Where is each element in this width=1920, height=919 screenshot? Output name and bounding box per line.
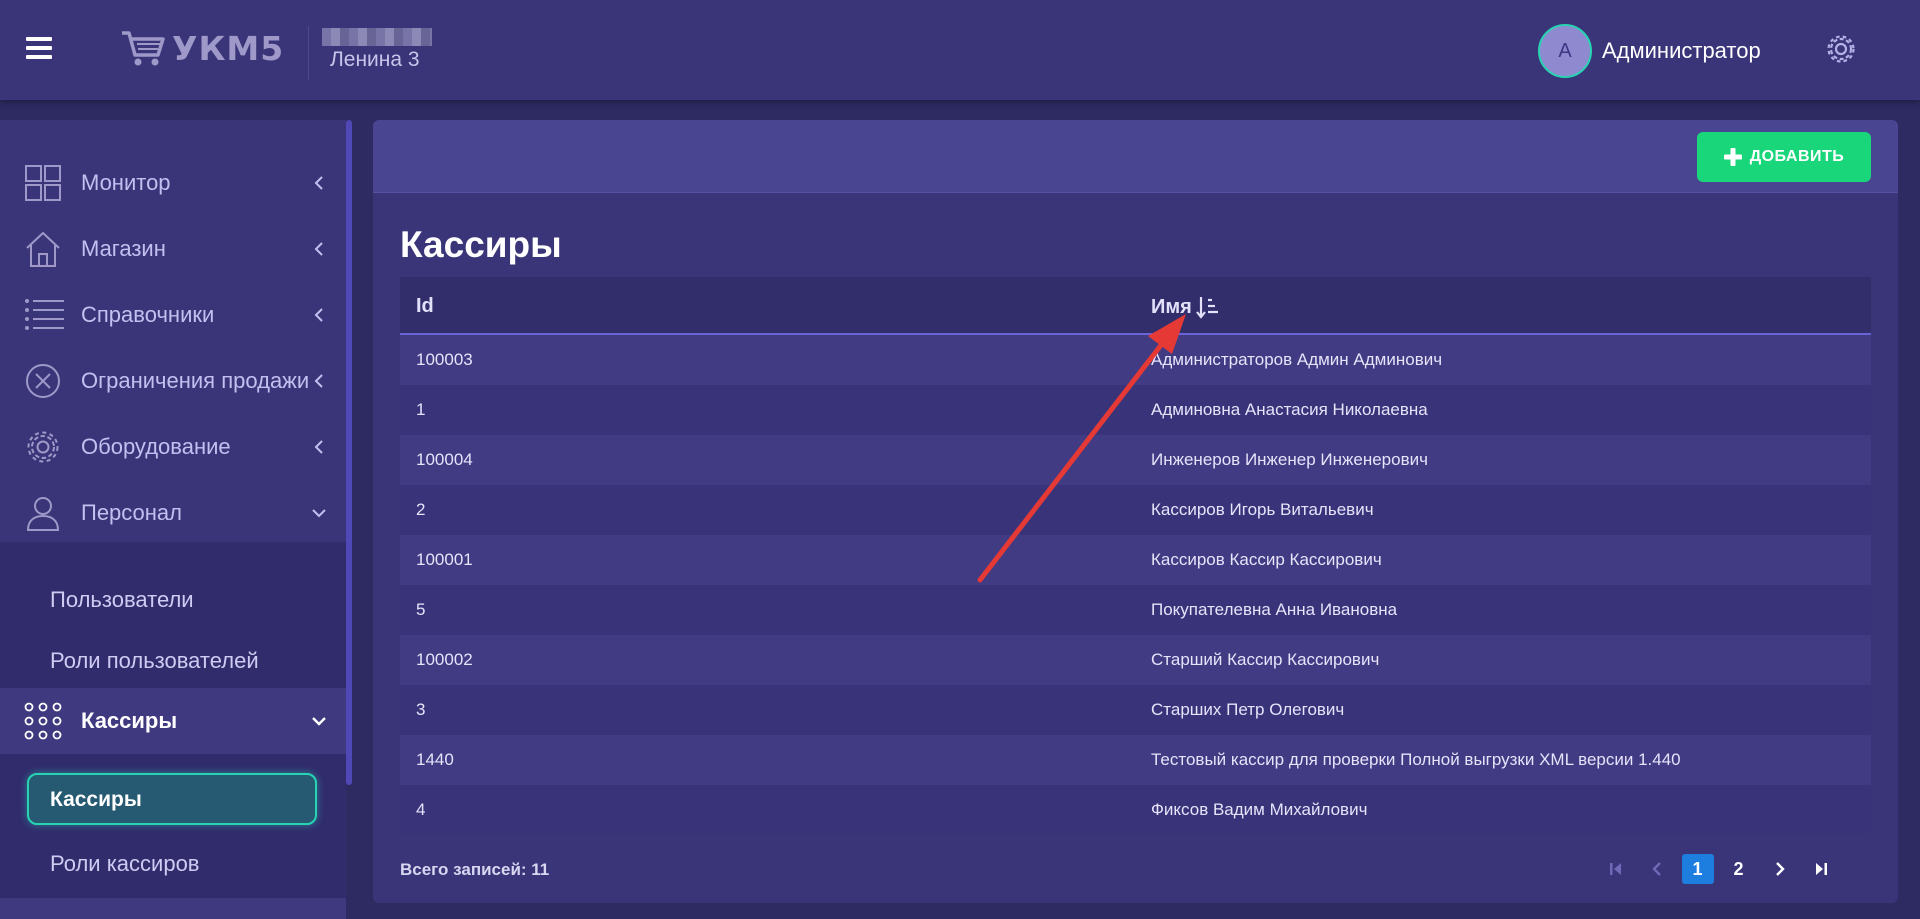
table-row[interactable]: 100002 Старший Кассир Кассирович bbox=[400, 635, 1871, 685]
cell-id: 3 bbox=[416, 700, 426, 719]
table-row[interactable]: 100001 Кассиров Кассир Кассирович bbox=[400, 535, 1871, 585]
table-row[interactable]: 4 Фиксов Вадим Михайлович bbox=[400, 785, 1871, 835]
table-row[interactable]: 100004 Инженеров Инженер Инженерович bbox=[400, 435, 1871, 485]
logo[interactable]: УКМ5 bbox=[120, 26, 284, 70]
pagination: 1 2 bbox=[1595, 848, 1841, 890]
chevron-left-icon bbox=[310, 438, 328, 456]
plus-icon bbox=[1723, 148, 1742, 166]
chevron-left-icon bbox=[310, 372, 328, 390]
grid-icon bbox=[24, 164, 62, 202]
sidebar-item-sale-restrictions[interactable]: Ограничения продажи bbox=[0, 348, 346, 414]
sidebar-item-label: Ограничения продажи bbox=[81, 368, 310, 393]
last-page-button[interactable] bbox=[1800, 853, 1841, 885]
header-divider bbox=[308, 26, 309, 80]
store-name[interactable]: Ленина 3 bbox=[330, 48, 420, 72]
sidebar-item-monitor[interactable]: Монитор bbox=[0, 150, 346, 216]
store-blurred-info bbox=[322, 28, 432, 46]
sort-ascending-icon[interactable] bbox=[1195, 295, 1220, 319]
top-bar: УКМ5 Ленина 3 А Администратор bbox=[0, 0, 1920, 100]
cell-id: 4 bbox=[416, 800, 426, 819]
prev-page-button[interactable] bbox=[1636, 853, 1677, 885]
table-row[interactable]: 100003 Администраторов Админ Админович bbox=[400, 335, 1871, 385]
page-button-1[interactable]: 1 bbox=[1677, 853, 1718, 885]
cell-id: 2 bbox=[416, 500, 426, 519]
table-row[interactable]: 3 Старших Петр Олегович bbox=[400, 685, 1871, 735]
cell-name: Тестовый кассир для проверки Полной выгр… bbox=[1151, 750, 1681, 769]
cell-name: Кассиров Кассир Кассирович bbox=[1151, 550, 1382, 569]
page-title: Кассиры bbox=[400, 224, 562, 265]
table-row[interactable]: 1440 Тестовый кассир для проверки Полной… bbox=[400, 735, 1871, 785]
sidebar-item-cashiers[interactable]: Кассиры bbox=[0, 688, 346, 754]
cell-id: 1440 bbox=[416, 750, 454, 769]
main-panel: ДОБАВИТЬ Кассиры Id Имя 100003 Администр… bbox=[373, 120, 1898, 903]
sidebar-item-equipment[interactable]: Оборудование bbox=[0, 414, 346, 480]
next-page-button[interactable] bbox=[1759, 853, 1800, 885]
cart-icon bbox=[120, 28, 166, 68]
cell-id: 100001 bbox=[416, 550, 473, 569]
add-button[interactable]: ДОБАВИТЬ bbox=[1697, 132, 1871, 182]
personnel-submenu: Пользователи Роли пользователей bbox=[0, 542, 346, 688]
sidebar-subitem-cashier-roles[interactable]: Роли кассиров bbox=[50, 851, 200, 877]
sidebar-item-label: Кассиры bbox=[81, 708, 178, 733]
sidebar-next-item bbox=[0, 898, 346, 919]
cell-name: Кассиров Игорь Витальевич bbox=[1151, 500, 1374, 519]
sidebar-item-label: Справочники bbox=[81, 302, 215, 327]
column-header-id[interactable]: Id bbox=[416, 295, 434, 318]
home-icon bbox=[24, 230, 62, 268]
sidebar-item-label: Монитор bbox=[81, 170, 171, 195]
add-button-label: ДОБАВИТЬ bbox=[1749, 148, 1845, 165]
cell-id: 1 bbox=[416, 400, 426, 419]
table-row[interactable]: 2 Кассиров Игорь Витальевич bbox=[400, 485, 1871, 535]
cell-name: Старших Петр Олегович bbox=[1151, 700, 1345, 719]
page-button-2[interactable]: 2 bbox=[1718, 853, 1759, 885]
sidebar-scrollbar[interactable] bbox=[346, 120, 352, 785]
sidebar-item-references[interactable]: Справочники bbox=[0, 282, 346, 348]
sidebar-subitem-user-roles[interactable]: Роли пользователей bbox=[50, 648, 259, 674]
cell-name: Администраторов Админ Админович bbox=[1151, 350, 1443, 369]
dots-grid-icon bbox=[24, 702, 62, 740]
chevron-left-icon bbox=[310, 240, 328, 258]
logo-text: УКМ5 bbox=[172, 28, 285, 68]
first-page-button[interactable] bbox=[1595, 853, 1636, 885]
list-icon bbox=[24, 296, 64, 334]
sidebar-subitem-label: Кассиры bbox=[50, 788, 142, 811]
cell-name: Админовна Анастасия Николаевна bbox=[1151, 400, 1428, 419]
cell-id: 5 bbox=[416, 600, 426, 619]
chevron-left-icon bbox=[310, 306, 328, 324]
sidebar-item-label: Персонал bbox=[81, 500, 182, 525]
cell-name: Старший Кассир Кассирович bbox=[1151, 650, 1380, 669]
sidebar-subitem-cashiers-active[interactable]: Кассиры bbox=[27, 773, 317, 825]
gear-icon bbox=[24, 428, 62, 466]
column-header-name[interactable]: Имя bbox=[1151, 295, 1220, 319]
menu-icon[interactable] bbox=[24, 32, 56, 64]
table-row[interactable]: 5 Покупателевна Анна Ивановна bbox=[400, 585, 1871, 635]
close-circle-icon bbox=[24, 362, 62, 400]
panel-toolbar: ДОБАВИТЬ bbox=[373, 120, 1898, 193]
avatar[interactable]: А bbox=[1538, 24, 1592, 78]
cell-name: Фиксов Вадим Михайлович bbox=[1151, 800, 1368, 819]
table-row[interactable]: 1 Админовна Анастасия Николаевна bbox=[400, 385, 1871, 435]
chevron-down-icon bbox=[310, 504, 328, 522]
sidebar-item-label: Оборудование bbox=[81, 434, 231, 459]
cell-id: 100002 bbox=[416, 650, 473, 669]
total-records: Всего записей: 11 bbox=[400, 860, 550, 879]
cell-id: 100003 bbox=[416, 350, 473, 369]
cashiers-table: Id Имя 100003 Администраторов Админ Адми… bbox=[400, 277, 1871, 835]
sidebar-item-personnel[interactable]: Персонал bbox=[0, 480, 346, 546]
sidebar-item-label: Магазин bbox=[81, 236, 166, 261]
chevron-down-icon bbox=[310, 712, 328, 730]
person-icon bbox=[24, 494, 62, 532]
user-name[interactable]: Администратор bbox=[1602, 38, 1761, 64]
cell-name: Покупателевна Анна Ивановна bbox=[1151, 600, 1398, 619]
sidebar-subitem-users[interactable]: Пользователи bbox=[50, 587, 194, 613]
cell-id: 100004 bbox=[416, 450, 473, 469]
chevron-left-icon bbox=[310, 174, 328, 192]
settings-gear-icon[interactable] bbox=[1824, 32, 1858, 66]
table-header: Id Имя bbox=[400, 277, 1871, 335]
cell-name: Инженеров Инженер Инженерович bbox=[1151, 450, 1428, 469]
sidebar-item-store[interactable]: Магазин bbox=[0, 216, 346, 282]
